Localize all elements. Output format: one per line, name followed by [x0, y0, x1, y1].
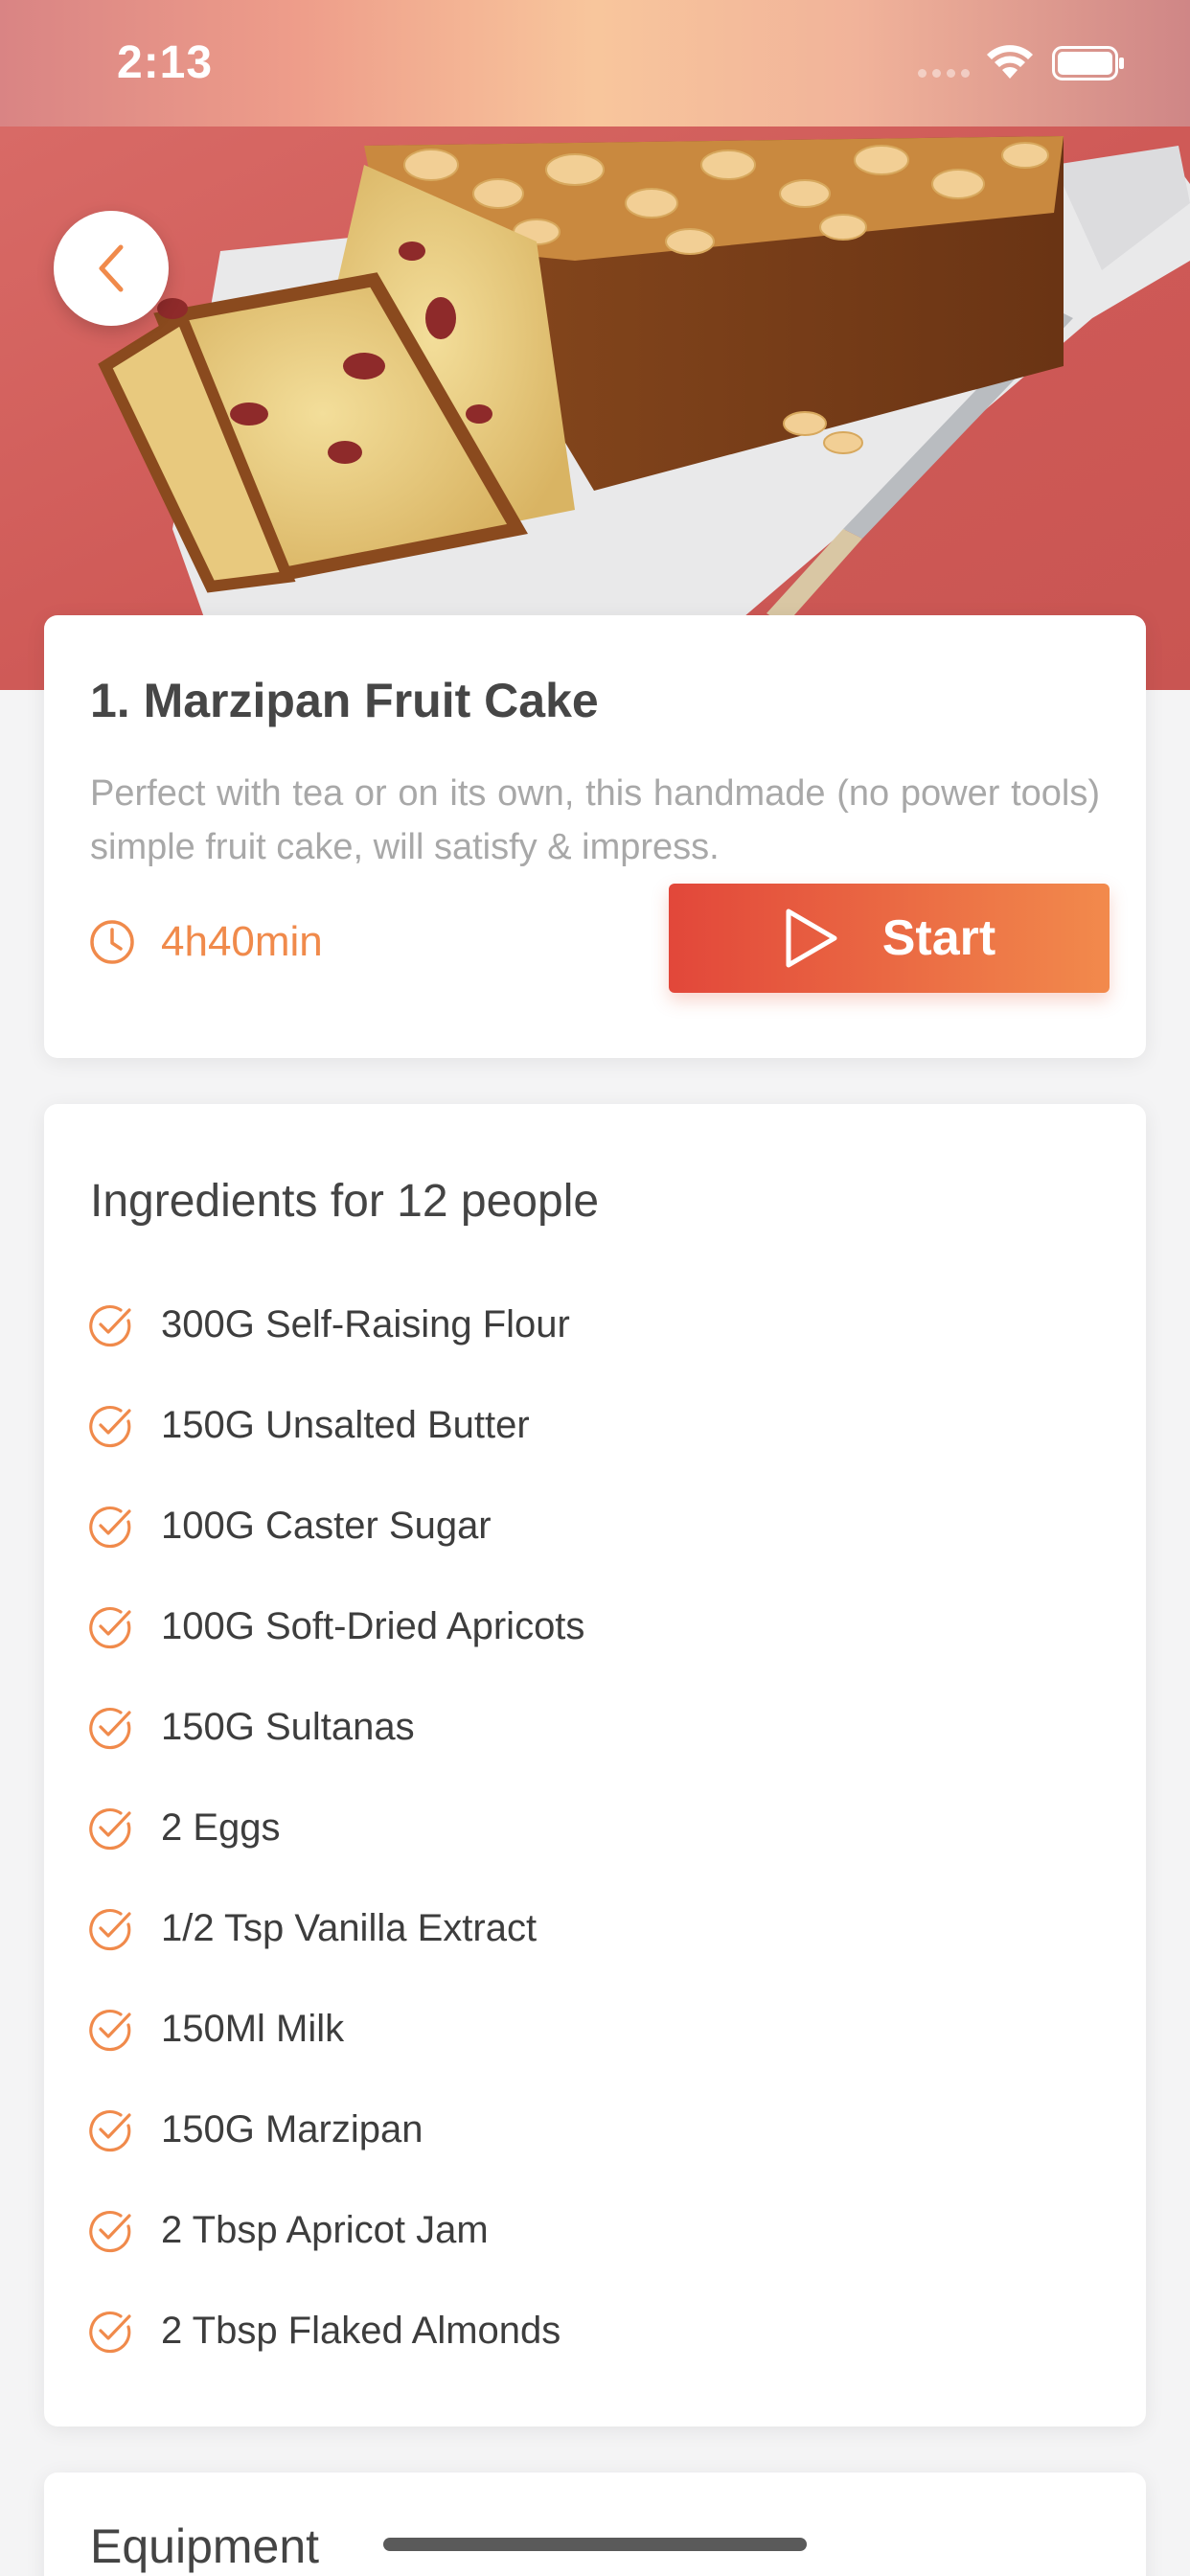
ingredient-item[interactable]: 1/2 Tsp Vanilla Extract: [86, 1878, 584, 1979]
ingredient-item[interactable]: 150G Marzipan: [86, 2080, 584, 2180]
ingredient-item[interactable]: 150G Unsalted Butter: [86, 1375, 584, 1476]
wifi-icon: [987, 45, 1033, 79]
check-circle-icon: [89, 1707, 131, 1749]
check-circle-icon: [89, 2210, 131, 2252]
check-circle-icon: [89, 2009, 131, 2051]
back-button[interactable]: [54, 211, 169, 326]
ingredient-label: 300G Self-Raising Flour: [161, 1303, 570, 1346]
ingredient-label: 2 Eggs: [161, 1806, 281, 1849]
ingredient-label: 1/2 Tsp Vanilla Extract: [161, 1907, 538, 1949]
duration-row: 4h40min: [88, 918, 323, 966]
status-bar: 2:13: [0, 0, 1190, 126]
recipe-detail-screen: 2:13 1. Marzipan Fruit Cake Perfect with…: [0, 0, 1190, 2576]
ingredient-label: 2 Tbsp Apricot Jam: [161, 2209, 489, 2251]
ingredient-item[interactable]: 150Ml Milk: [86, 1979, 584, 2080]
ingredient-label: 150G Marzipan: [161, 2108, 423, 2150]
equipment-card: Equipment: [44, 2472, 1146, 2576]
ingredient-label: 100G Caster Sugar: [161, 1505, 492, 1547]
ingredient-item[interactable]: 2 Tbsp Flaked Almonds: [86, 2281, 584, 2381]
ingredient-label: 150Ml Milk: [161, 2008, 345, 2050]
duration-label: 4h40min: [161, 918, 323, 965]
status-time: 2:13: [117, 37, 214, 88]
ingredient-item[interactable]: 100G Caster Sugar: [86, 1476, 584, 1576]
ingredient-label: 2 Tbsp Flaked Almonds: [161, 2310, 561, 2352]
ingredient-item[interactable]: 2 Tbsp Apricot Jam: [86, 2180, 584, 2281]
equipment-title: Equipment: [90, 2519, 320, 2573]
ingredients-title: Ingredients for 12 people: [90, 1176, 600, 1227]
check-circle-icon: [89, 1405, 131, 1447]
check-circle-icon: [89, 2109, 131, 2151]
chevron-left-icon: [99, 244, 124, 292]
recipe-title: 1. Marzipan Fruit Cake: [90, 674, 599, 727]
ingredient-item[interactable]: 2 Eggs: [86, 1778, 584, 1878]
check-circle-icon: [89, 1304, 131, 1346]
check-circle-icon: [89, 1908, 131, 1950]
start-button-label: Start: [881, 910, 996, 966]
ingredient-item[interactable]: 100G Soft-Dried Apricots: [86, 1576, 584, 1677]
check-circle-icon: [89, 1606, 131, 1648]
ingredient-item[interactable]: 150G Sultanas: [86, 1677, 584, 1778]
ingredient-label: 150G Sultanas: [161, 1706, 415, 1748]
ingredients-card: Ingredients for 12 people 300G Self-Rais…: [44, 1104, 1146, 2426]
recipe-info-card: 1. Marzipan Fruit Cake Perfect with tea …: [44, 615, 1146, 1058]
ingredient-label: 150G Unsalted Butter: [161, 1404, 530, 1446]
ingredient-item[interactable]: 300G Self-Raising Flour: [86, 1275, 584, 1375]
check-circle-icon: [89, 2311, 131, 2353]
recipe-hero-image: [0, 126, 1190, 690]
ingredients-list: 300G Self-Raising Flour 150G Unsalted Bu…: [86, 1275, 584, 2381]
recipe-description: Perfect with tea or on its own, this han…: [90, 773, 1100, 867]
start-button[interactable]: Start: [669, 884, 1110, 993]
battery-icon: [1052, 46, 1124, 80]
play-icon: [786, 908, 837, 968]
check-circle-icon: [89, 1506, 131, 1548]
check-circle-icon: [89, 1807, 131, 1850]
ingredient-label: 100G Soft-Dried Apricots: [161, 1605, 585, 1647]
cellular-signal-icon: [918, 69, 970, 78]
clock-icon: [90, 920, 134, 964]
home-indicator[interactable]: [383, 2538, 807, 2551]
